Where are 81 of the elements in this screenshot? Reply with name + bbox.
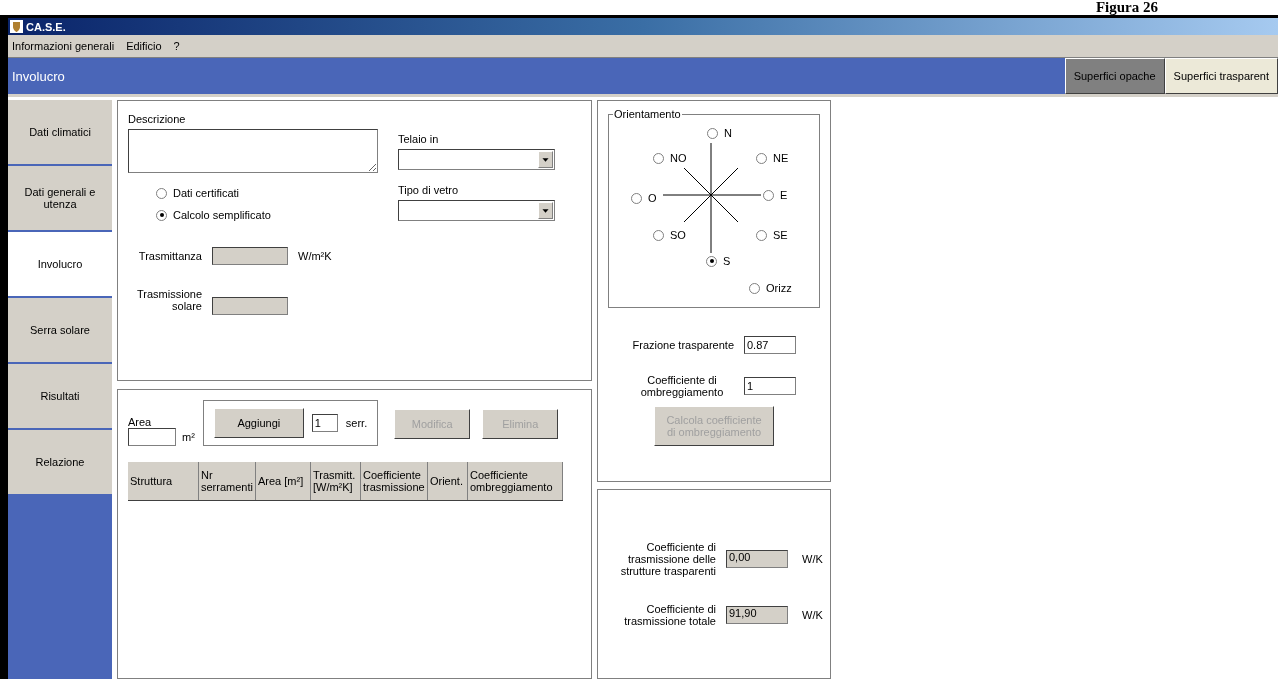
sidebar-item[interactable]: Dati climatici bbox=[8, 100, 112, 164]
column-header[interactable]: Area [m²] bbox=[255, 462, 311, 501]
group-title: Orientamento bbox=[613, 108, 682, 120]
radio-label: E bbox=[780, 189, 788, 201]
radio-icon[interactable] bbox=[631, 192, 642, 204]
field-label: Descrizione bbox=[128, 113, 187, 125]
field-label: Trasmittanza bbox=[137, 250, 202, 262]
radio-label: Orizz bbox=[766, 282, 792, 294]
unit-label: W/K bbox=[802, 553, 823, 565]
orientation-radio[interactable]: O bbox=[631, 192, 657, 204]
radio-label: SE bbox=[773, 229, 788, 241]
column-header[interactable]: Nr serramenti bbox=[198, 462, 256, 501]
sidebar-item[interactable]: Dati generali e utenza bbox=[8, 166, 112, 230]
radio-icon[interactable] bbox=[653, 229, 664, 241]
radio-label: Calcolo semplificato bbox=[173, 209, 271, 221]
radio-label: O bbox=[648, 192, 657, 204]
column-header[interactable]: Struttura bbox=[128, 462, 199, 501]
radio-icon[interactable] bbox=[653, 152, 664, 164]
orientation-radio[interactable]: N bbox=[707, 127, 732, 139]
count-field[interactable]: 1 bbox=[311, 414, 338, 432]
field-label: Coefficiente di ombreggiamento bbox=[639, 374, 725, 398]
tab[interactable]: Superfici opache bbox=[1064, 58, 1165, 94]
tab[interactable]: Superfici trasparent bbox=[1164, 58, 1278, 94]
radio-icon[interactable] bbox=[763, 189, 774, 201]
radio-icon[interactable] bbox=[156, 187, 167, 199]
description-field[interactable] bbox=[128, 129, 378, 173]
glass-dropdown[interactable] bbox=[398, 200, 555, 221]
result-label: Coefficiente di trasmissione delle strutture trasparenti bbox=[619, 541, 716, 577]
radio-icon[interactable] bbox=[756, 229, 767, 241]
radio-label: SO bbox=[670, 229, 686, 241]
area-field[interactable] bbox=[128, 428, 176, 446]
section-title: Involucro bbox=[11, 68, 66, 84]
orientation-radio[interactable]: NE bbox=[756, 152, 789, 164]
radio-icon[interactable] bbox=[756, 152, 767, 164]
radio-label: NE bbox=[773, 152, 789, 164]
frame-dropdown[interactable] bbox=[398, 149, 555, 170]
result-field: 0,00 bbox=[726, 550, 788, 568]
unit-label: W/K bbox=[802, 609, 823, 621]
add-button[interactable]: Aggiungi bbox=[213, 408, 304, 438]
column-header[interactable]: Coefficiente ombreggiamento bbox=[467, 462, 563, 501]
radio-icon[interactable] bbox=[749, 282, 760, 294]
window-title: CA.S.E. bbox=[26, 20, 66, 33]
sidebar-item[interactable]: Involucro bbox=[8, 232, 112, 296]
figure-caption: Figura 26 bbox=[1095, 0, 1158, 15]
unit-label: m² bbox=[182, 431, 195, 443]
orientation-radio[interactable]: NO bbox=[653, 152, 687, 164]
radio-icon[interactable] bbox=[156, 209, 167, 221]
orientation-radio[interactable]: S bbox=[706, 255, 731, 267]
radio-label: S bbox=[723, 255, 731, 267]
radio-icon[interactable] bbox=[707, 127, 718, 139]
sidebar-item[interactable]: Serra solare bbox=[8, 298, 112, 362]
sidebar-item[interactable]: Risultati bbox=[8, 364, 112, 428]
orientation-radio[interactable]: SO bbox=[653, 229, 686, 241]
orientation-radio[interactable]: SE bbox=[756, 229, 788, 241]
menu-item[interactable]: Informazioni generali bbox=[12, 40, 115, 52]
field-label: Frazione trasparente bbox=[632, 339, 734, 351]
column-header[interactable]: Trasmitt. [W/m²K] bbox=[310, 462, 361, 501]
menu-item[interactable]: ? bbox=[173, 40, 180, 52]
field-label: Trasmissione solare bbox=[136, 288, 202, 312]
unit-label: serr. bbox=[345, 417, 368, 429]
result-field: 91,90 bbox=[726, 606, 788, 624]
orientation-radio[interactable]: E bbox=[763, 189, 788, 201]
method-radio[interactable]: Dati certificati bbox=[156, 187, 380, 199]
method-radio[interactable]: Calcolo semplificato bbox=[156, 209, 380, 221]
field-label: Telaio in bbox=[398, 133, 440, 145]
result-label: Coefficiente di trasmissione totale bbox=[623, 603, 716, 627]
shield-icon bbox=[10, 20, 23, 33]
column-header[interactable]: Orient. bbox=[427, 462, 468, 501]
radio-label: NO bbox=[670, 152, 687, 164]
fraction-field[interactable]: 0.87 bbox=[744, 336, 796, 354]
field-label: Tipo di vetro bbox=[398, 184, 460, 196]
shading-field[interactable]: 1 bbox=[744, 377, 796, 395]
column-header[interactable]: Coefficiente trasmissione bbox=[360, 462, 428, 501]
unit-label: W/m²K bbox=[298, 250, 332, 262]
orientation-radio[interactable]: Orizz bbox=[749, 282, 792, 294]
radio-label: Dati certificati bbox=[173, 187, 240, 199]
sidebar-item[interactable]: Relazione bbox=[8, 430, 112, 494]
field-label: Area bbox=[128, 416, 153, 428]
radio-label: N bbox=[724, 127, 732, 139]
radio-icon[interactable] bbox=[706, 255, 717, 267]
menu-item[interactable]: Edificio bbox=[126, 40, 162, 52]
